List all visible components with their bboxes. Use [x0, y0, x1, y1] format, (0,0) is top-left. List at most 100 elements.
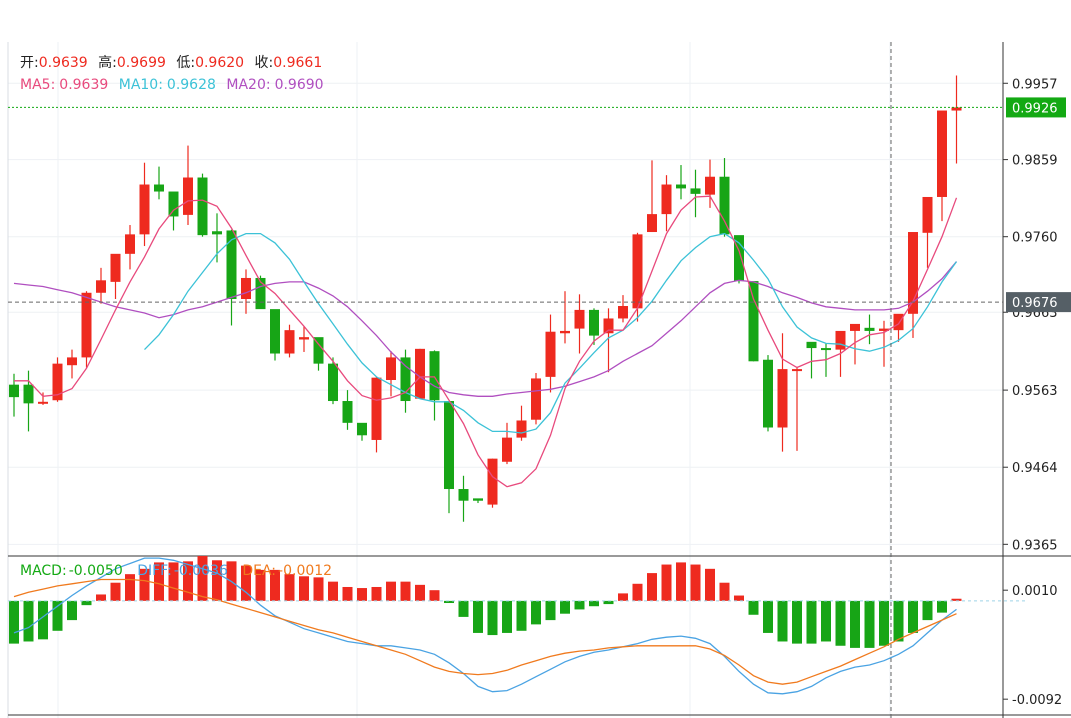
- candle-body: [835, 330, 846, 350]
- candle-body: [226, 230, 237, 299]
- price-tick-label: 0.9563: [1012, 384, 1058, 399]
- crosshair-price-text: 0.9676: [1012, 296, 1058, 311]
- candle-body: [342, 401, 353, 423]
- candle-body: [168, 191, 179, 217]
- ma10-value: 0.9628: [167, 77, 216, 93]
- candle-body: [154, 184, 164, 192]
- candle-body: [357, 422, 367, 436]
- candle-body: [937, 110, 947, 197]
- candle-body: [763, 359, 773, 428]
- candle-body: [139, 184, 150, 235]
- candle-body: [719, 176, 730, 235]
- candle-body: [270, 309, 280, 354]
- diff-value: -0.0036: [174, 563, 228, 579]
- macd-bar: [96, 594, 106, 601]
- candle-body: [632, 234, 643, 309]
- macd-bar: [821, 600, 831, 642]
- candle-body: [777, 369, 788, 428]
- price-tick-label: 0.9957: [1012, 77, 1058, 92]
- macd-bar: [922, 600, 933, 621]
- candle-body: [516, 420, 527, 438]
- candle-body: [241, 277, 251, 299]
- candle-body: [502, 437, 512, 462]
- macd-label: MACD:: [20, 563, 67, 579]
- candle-body: [531, 378, 541, 420]
- candle-body: [545, 331, 556, 377]
- macd-bar: [879, 600, 889, 646]
- macd-bar: [908, 600, 918, 633]
- macd-bar: [618, 593, 628, 601]
- open-label: 开:: [20, 55, 39, 71]
- candle-body: [734, 235, 744, 282]
- candle-body: [806, 341, 817, 349]
- macd-bar: [574, 600, 585, 610]
- macd-bar: [357, 588, 367, 601]
- candle-body: [893, 313, 904, 331]
- candle-body: [690, 188, 701, 194]
- ma5-label: MA5:: [20, 77, 55, 93]
- diff-label: DIFF:: [137, 563, 172, 579]
- close-label: 收:: [255, 55, 274, 71]
- candle-body: [473, 498, 483, 501]
- candle-body: [183, 177, 193, 215]
- low-label: 低:: [176, 55, 195, 71]
- candle-body: [328, 363, 338, 402]
- price-tick-label: 0.9859: [1012, 154, 1058, 169]
- candle-body: [821, 348, 831, 351]
- macd-bar: [632, 583, 643, 601]
- macd-bar: [299, 576, 309, 601]
- macd-bar: [806, 600, 817, 644]
- macd-bar: [835, 600, 846, 646]
- candle-body: [676, 184, 686, 189]
- macd-bar: [589, 600, 599, 607]
- candle-body: [922, 196, 933, 233]
- macd-bar: [386, 581, 396, 601]
- price-tick-label: 0.9760: [1012, 231, 1058, 246]
- macd-bar: [850, 600, 860, 648]
- candle-body: [458, 489, 469, 501]
- price-tick-label: 0.9464: [1012, 461, 1058, 476]
- candle-body: [850, 323, 860, 331]
- macd-tick-label: 0.0010: [1012, 584, 1058, 599]
- macd-bar: [705, 568, 715, 601]
- macd-bar: [313, 577, 324, 601]
- candle-body: [574, 309, 585, 329]
- macd-bar: [81, 600, 92, 606]
- macd-bar: [545, 600, 556, 621]
- macd-bar: [719, 582, 730, 601]
- macd-bar: [52, 600, 63, 631]
- macd-bar: [473, 600, 483, 633]
- candle-body: [661, 184, 672, 215]
- candle-body: [67, 357, 77, 366]
- candle-body: [96, 280, 106, 293]
- candle-body: [386, 357, 396, 380]
- open-value: 0.9639: [39, 55, 88, 71]
- candle-body: [429, 351, 440, 401]
- candle-body: [705, 176, 715, 195]
- macd-bar: [371, 586, 382, 601]
- candle-body: [487, 458, 498, 505]
- macd-bar: [792, 600, 802, 644]
- macd-bar: [676, 562, 686, 601]
- candle-body: [589, 309, 599, 336]
- candle-body: [110, 253, 121, 282]
- macd-bar: [400, 581, 411, 601]
- macd-bar: [110, 582, 121, 601]
- current-price-text: 0.9926: [1012, 101, 1058, 116]
- macd-bar: [690, 564, 701, 601]
- candle-body: [212, 231, 222, 235]
- macd-bar: [328, 581, 338, 601]
- dea-label: DEA:: [242, 563, 276, 579]
- candle-body: [748, 281, 759, 362]
- macd-bar: [516, 600, 527, 631]
- price-chart: 0.99570.98590.97600.96630.95630.94640.93…: [0, 0, 1071, 718]
- candle-body: [23, 384, 34, 404]
- macd-bar: [560, 600, 570, 614]
- candle-body: [125, 234, 135, 254]
- macd-value: -0.0050: [69, 563, 123, 579]
- dea-value: -0.0012: [278, 563, 332, 579]
- high-value: 0.9699: [117, 55, 166, 71]
- macd-bar: [864, 600, 875, 648]
- macd-bar: [23, 600, 34, 642]
- candle-body: [864, 327, 875, 331]
